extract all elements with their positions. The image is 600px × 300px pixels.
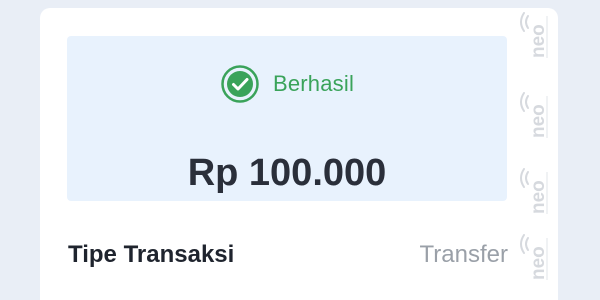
neo-logo-icon: neo bbox=[520, 168, 549, 214]
status-row: Berhasil bbox=[67, 64, 507, 104]
transaction-type-value: Transfer bbox=[419, 241, 508, 268]
neo-logo-icon: neo bbox=[520, 234, 549, 280]
detail-row-transaction-type: Tipe Transaksi Transfer bbox=[68, 238, 508, 272]
neo-logo-text: neo bbox=[528, 180, 549, 214]
neo-logo-text: neo bbox=[528, 246, 549, 280]
transaction-amount: Rp 100.000 bbox=[187, 152, 387, 194]
neo-watermark-logo: neo bbox=[516, 226, 550, 288]
neo-watermark-logo: neo bbox=[516, 84, 550, 146]
status-label: Berhasil bbox=[272, 71, 355, 96]
transaction-status-panel: Berhasil Rp 100.000 bbox=[67, 36, 507, 201]
transaction-type-label: Tipe Transaksi bbox=[68, 241, 235, 268]
neo-logo-icon: neo bbox=[520, 92, 549, 138]
watermark-column: neo neo neo neo bbox=[516, 0, 550, 300]
neo-logo-text: neo bbox=[528, 24, 549, 58]
transaction-receipt-card: Berhasil Rp 100.000 Tipe Transaksi Trans… bbox=[40, 8, 558, 300]
check-circle-icon bbox=[221, 65, 259, 103]
neo-logo-text: neo bbox=[528, 104, 549, 138]
neo-logo-icon: neo bbox=[520, 12, 549, 58]
neo-watermark-logo: neo bbox=[516, 160, 550, 222]
neo-watermark-logo: neo bbox=[516, 4, 550, 66]
screen: Berhasil Rp 100.000 Tipe Transaksi Trans… bbox=[0, 0, 600, 300]
